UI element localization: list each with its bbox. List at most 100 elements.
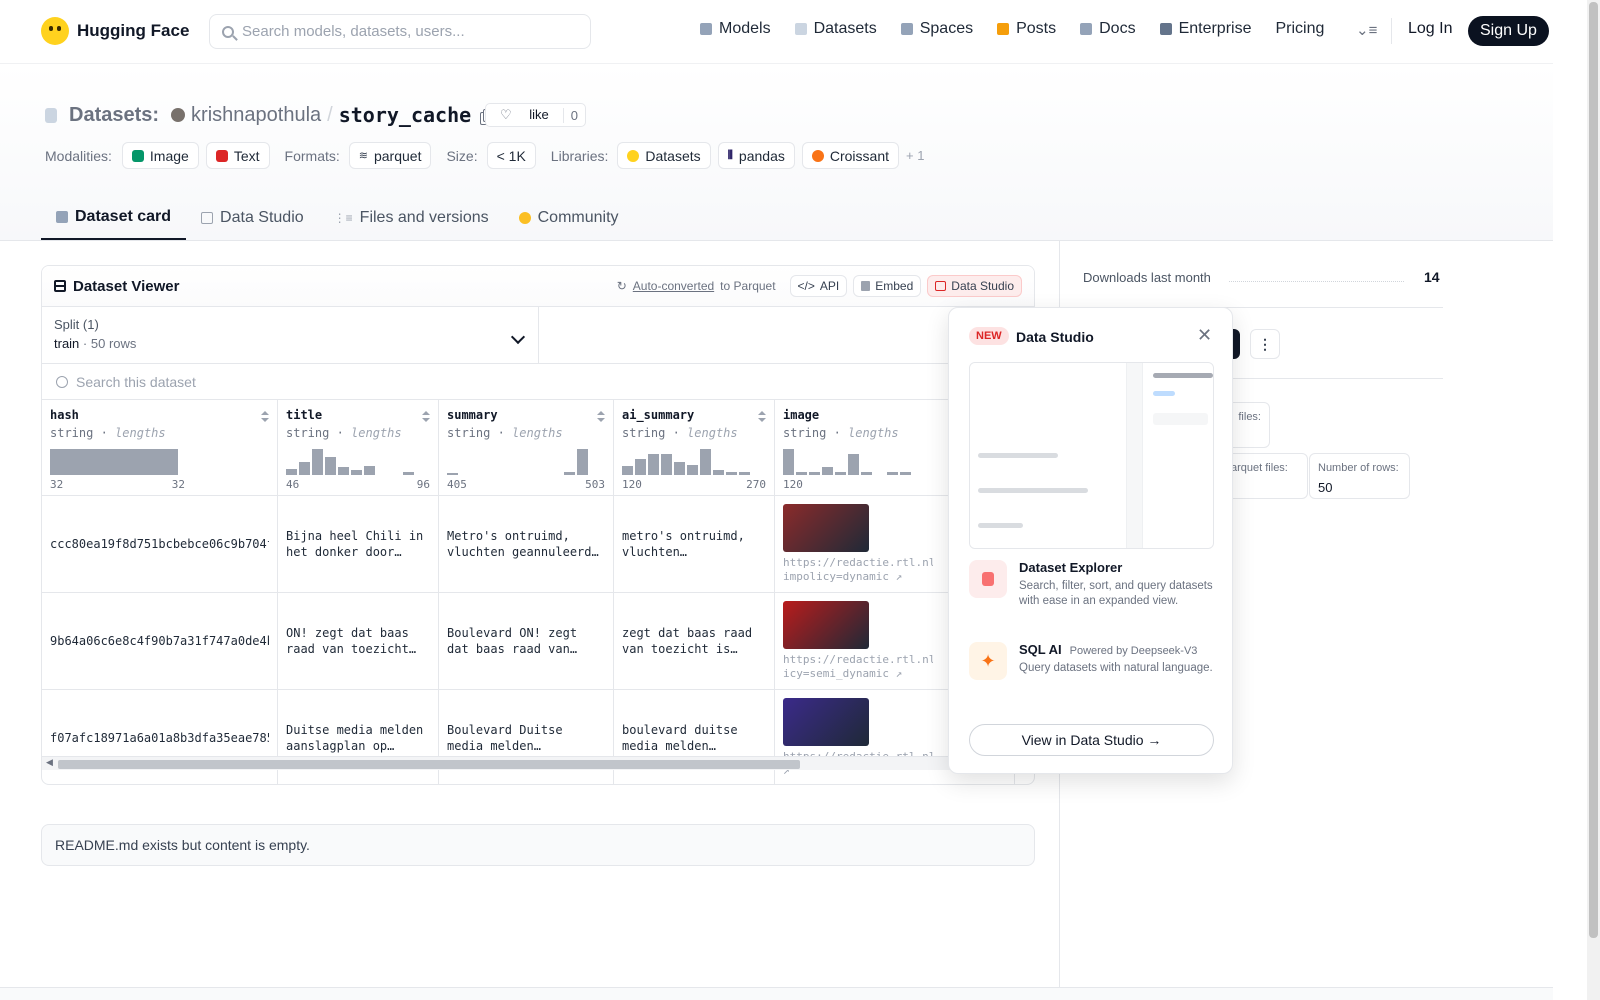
dataset-search-input[interactable]: Search this dataset — [42, 364, 1034, 400]
histogram-bar[interactable] — [338, 467, 349, 475]
histogram-bar[interactable] — [713, 469, 724, 475]
table-cell[interactable]: f07afc18971a6a01a8b3dfa35eae785f — [42, 690, 277, 784]
histogram-bar[interactable] — [312, 449, 323, 475]
column-type: string · lengths — [447, 426, 563, 440]
table-cell[interactable]: ccc80ea19f8d751bcbebce06c9b704f5 — [42, 496, 277, 593]
horizontal-scrollbar[interactable]: ◀ ▶ — [42, 756, 1034, 770]
histogram-bar[interactable] — [861, 472, 872, 475]
nav-link-enterprise[interactable]: Enterprise — [1159, 20, 1251, 38]
histogram-bar[interactable] — [635, 459, 646, 475]
histogram-bar[interactable] — [447, 472, 458, 475]
tab-community[interactable]: Community — [504, 195, 634, 240]
page-scrollbar-thumb[interactable] — [1589, 2, 1598, 938]
table-cell[interactable]: metro's ontruimd, vluchten geannuleerd e… — [614, 496, 774, 593]
embed-button[interactable]: Embed — [853, 275, 922, 297]
tab-files-and-versions[interactable]: ⋮≡ Files and versions — [319, 195, 504, 240]
more-options-button[interactable]: ⋮ — [1250, 329, 1280, 359]
view-in-data-studio-button[interactable]: View in Data Studio → — [969, 724, 1214, 756]
row-thumbnail-image[interactable] — [783, 698, 869, 746]
sort-icon[interactable] — [758, 411, 766, 423]
image-url[interactable]: https://redactie.rtl.nl/sites/default/ic… — [783, 653, 933, 681]
login-button[interactable]: Log In — [1408, 20, 1452, 38]
nav-link-pricing[interactable]: Pricing — [1275, 20, 1324, 38]
row-thumbnail-image[interactable] — [783, 504, 869, 552]
histogram-bar[interactable] — [325, 456, 336, 475]
api-button[interactable]: </> API — [789, 275, 848, 297]
row-thumbnail-image[interactable] — [783, 601, 869, 649]
sort-icon[interactable] — [261, 411, 269, 423]
modality-image-tag[interactable]: Image — [121, 142, 199, 169]
histogram-bar[interactable] — [848, 454, 859, 475]
library-croissant-tag[interactable]: Croissant — [801, 142, 899, 169]
table-cell[interactable]: zegt dat baas raad van toezicht is opges… — [614, 593, 774, 690]
scrollbar-thumb[interactable] — [58, 760, 800, 769]
tab-data-studio[interactable]: Data Studio — [186, 195, 319, 240]
repo-owner-link[interactable]: krishnapothula — [191, 104, 321, 127]
histogram-bar[interactable] — [700, 449, 711, 475]
table-cell[interactable]: Metro's ontruimd, vluchten geannuleerd e… — [439, 496, 613, 593]
more-libraries-link[interactable]: + 1 — [906, 148, 924, 163]
close-icon[interactable]: ✕ — [1197, 325, 1212, 346]
histogram-bar[interactable] — [577, 449, 588, 475]
histogram-bar[interactable] — [674, 462, 685, 475]
histogram-bar[interactable] — [822, 467, 833, 475]
histogram-bar[interactable] — [299, 462, 310, 475]
table-cell[interactable]: Duitse media melden aanslagplan op conce… — [278, 690, 438, 784]
histogram-bar[interactable] — [783, 449, 794, 475]
like-button[interactable]: ♡ like 0 — [485, 103, 587, 127]
dataset-search-placeholder: Search this dataset — [76, 373, 196, 390]
table-cell[interactable]: Boulevard ON! zegt dat baas raad van toe… — [439, 593, 613, 690]
histogram-bar[interactable] — [726, 472, 737, 475]
histogram-bar[interactable] — [661, 454, 672, 475]
histogram-bar[interactable] — [648, 454, 659, 475]
histogram-bar[interactable] — [809, 472, 820, 475]
nav-link-datasets[interactable]: Datasets — [794, 20, 877, 38]
nav-link-docs[interactable]: Docs — [1080, 20, 1136, 38]
histogram-bar[interactable] — [887, 472, 898, 475]
table-cell[interactable]: 9b64a06c6e8c4f90b7a31f747a0de4b4 — [42, 593, 277, 690]
sort-icon[interactable] — [597, 411, 605, 423]
split-selector[interactable]: Split (1) train · 50 rows — [42, 307, 539, 363]
histogram-bar[interactable] — [50, 449, 178, 475]
histogram-bar[interactable] — [835, 472, 846, 475]
global-search-input[interactable]: Search models, datasets, users... — [209, 14, 591, 49]
column-header[interactable]: hash string · lengths 32 32 — [42, 400, 277, 496]
library-datasets-tag[interactable]: Datasets — [617, 142, 711, 169]
data-studio-button[interactable]: Data Studio — [927, 275, 1022, 297]
scroll-left-icon[interactable]: ◀ — [46, 757, 53, 768]
auto-converted-link[interactable]: Auto-converted — [633, 279, 714, 293]
column-header[interactable]: title string · lengths 46 96 — [278, 400, 438, 496]
format-parquet-tag[interactable]: ≋ parquet — [348, 142, 432, 169]
histogram-bar[interactable] — [687, 464, 698, 475]
repo-type-label[interactable]: Datasets: — [69, 104, 159, 127]
table-cell[interactable]: Bijna heel Chili in het donker door stro… — [278, 496, 438, 593]
image-url[interactable]: https://redactie.rtl.nl/sites/default/im… — [783, 556, 933, 584]
hf-logo[interactable]: Hugging Face — [41, 17, 189, 45]
histogram-bar[interactable] — [622, 465, 633, 475]
sort-icon[interactable] — [422, 411, 430, 423]
histogram-bar[interactable] — [900, 472, 911, 475]
repo-name[interactable]: story_cache — [339, 103, 471, 127]
histogram-bar[interactable] — [351, 469, 362, 475]
menu-icon[interactable]: ⌄≡ — [1356, 21, 1377, 39]
histogram-bar[interactable] — [796, 472, 807, 475]
histogram-bar[interactable] — [564, 471, 575, 475]
column-header[interactable]: summary string · lengths 405 503 — [439, 400, 613, 496]
nav-link-posts[interactable]: Posts — [997, 20, 1056, 38]
nav-link-spaces[interactable]: Spaces — [900, 20, 973, 38]
histogram-bar[interactable] — [403, 471, 414, 475]
histogram-bar[interactable] — [739, 472, 750, 475]
histogram-bar[interactable] — [286, 468, 297, 475]
modality-text-tag[interactable]: Text — [205, 142, 270, 169]
column-header[interactable]: ai_summary string · lengths 120 270 — [614, 400, 774, 496]
page-scrollbar[interactable] — [1587, 0, 1600, 1000]
table-cell[interactable]: ON! zegt dat baas raad van toezicht is o… — [278, 593, 438, 690]
tab-dataset-card[interactable]: Dataset card — [41, 195, 187, 240]
size-tag[interactable]: < 1K — [486, 142, 536, 169]
library-pandas-tag[interactable]: ⦀ pandas — [717, 142, 795, 169]
table-cell[interactable]: Boulevard Duitse media melden aanslagpla… — [439, 690, 613, 784]
table-cell[interactable]: boulevard duitse media melden aanslagpla… — [614, 690, 774, 784]
nav-link-models[interactable]: Models — [700, 20, 771, 38]
signup-button[interactable]: Sign Up — [1468, 16, 1549, 46]
histogram-bar[interactable] — [364, 465, 375, 475]
